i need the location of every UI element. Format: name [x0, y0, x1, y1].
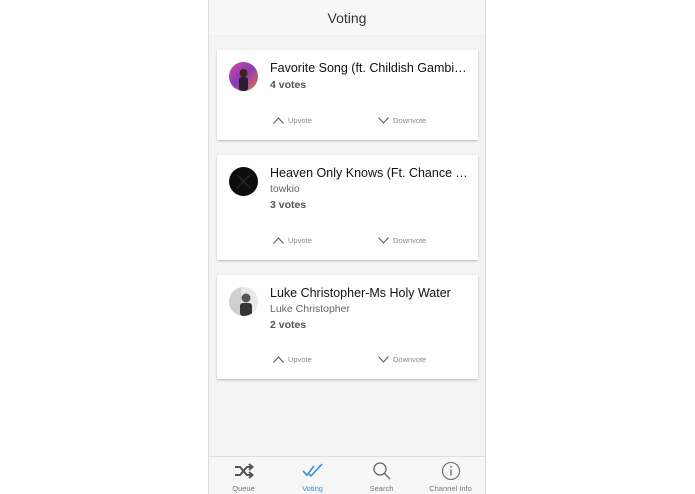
- app-screen: Voting Favorite Song (ft. Childish Gambi…: [208, 0, 486, 494]
- album-art: [229, 287, 258, 316]
- downvote-label: Downvote: [393, 355, 427, 364]
- song-card[interactable]: Favorite Song (ft. Childish Gambino) 4 v…: [217, 50, 478, 140]
- downvote-button[interactable]: Downvote: [378, 355, 426, 364]
- shuffle-icon: [234, 463, 254, 479]
- tab-label: Queue: [232, 484, 255, 493]
- song-card[interactable]: Luke Christopher-Ms Holy Water Luke Chri…: [217, 275, 478, 379]
- downvote-button[interactable]: Downvote: [378, 236, 426, 245]
- upvote-label: Upvote: [288, 355, 312, 364]
- song-card[interactable]: Heaven Only Knows (Ft. Chance The Rapper…: [217, 155, 478, 260]
- vote-count: 2 votes: [270, 319, 307, 331]
- downvote-button[interactable]: Downvote: [378, 116, 426, 125]
- chevron-up-icon: [273, 356, 284, 363]
- tab-search[interactable]: Search: [347, 457, 416, 494]
- tab-bar: Queue Voting Search Channel Info: [209, 456, 485, 494]
- tab-channel-info[interactable]: Channel Info: [416, 457, 485, 494]
- info-icon: [441, 461, 460, 481]
- chevron-down-icon: [378, 237, 389, 244]
- song-title: Heaven Only Knows (Ft. Chance The Rapper…: [270, 166, 470, 180]
- navigation-bar: Voting: [209, 0, 485, 36]
- chevron-down-icon: [378, 117, 389, 124]
- song-artist: towkio: [270, 183, 300, 195]
- album-art: [229, 62, 258, 91]
- search-icon: [372, 462, 390, 480]
- chevron-up-icon: [273, 117, 284, 124]
- tab-label: Voting: [302, 484, 323, 493]
- double-check-icon: [301, 463, 323, 478]
- chevron-down-icon: [378, 356, 389, 363]
- album-art: [229, 167, 258, 196]
- tab-queue[interactable]: Queue: [209, 457, 278, 494]
- voting-list[interactable]: Favorite Song (ft. Childish Gambino) 4 v…: [209, 36, 485, 456]
- downvote-label: Downvote: [393, 236, 427, 245]
- upvote-button[interactable]: Upvote: [273, 236, 312, 245]
- tab-label: Channel Info: [429, 484, 472, 493]
- tab-label: Search: [369, 484, 394, 493]
- vote-count: 4 votes: [270, 79, 307, 91]
- chevron-up-icon: [273, 237, 284, 244]
- song-artist: Luke Christopher: [270, 303, 350, 315]
- tab-voting[interactable]: Voting: [278, 457, 347, 494]
- upvote-label: Upvote: [288, 116, 312, 125]
- song-title: Luke Christopher-Ms Holy Water: [270, 286, 451, 300]
- upvote-button[interactable]: Upvote: [273, 116, 312, 125]
- page-title: Voting: [327, 10, 367, 26]
- vote-count: 3 votes: [270, 199, 307, 211]
- downvote-label: Downvote: [393, 116, 427, 125]
- upvote-label: Upvote: [288, 236, 312, 245]
- upvote-button[interactable]: Upvote: [273, 355, 312, 364]
- song-title: Favorite Song (ft. Childish Gambino): [270, 61, 470, 75]
